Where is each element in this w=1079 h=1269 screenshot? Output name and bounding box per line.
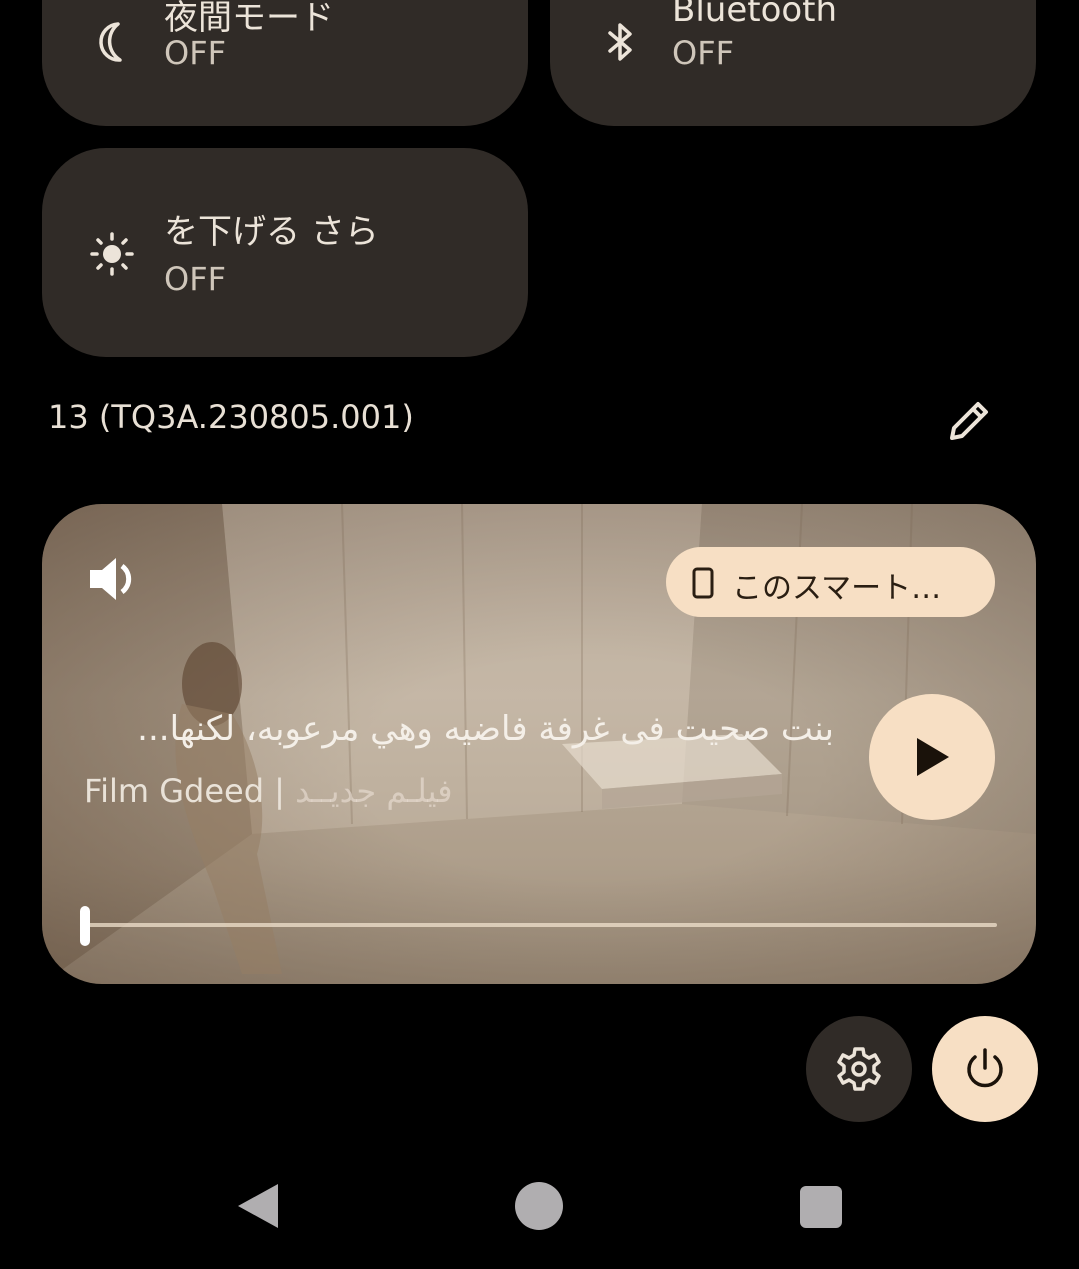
media-artist: Film Gdeed | فيلـم جديــد [84, 772, 453, 810]
power-button[interactable] [932, 1016, 1038, 1122]
tile-label: Bluetooth [672, 0, 838, 30]
artist-name-arabic: فيلـم جديــد [295, 772, 453, 810]
moon-icon [99, 22, 122, 62]
tile-state: OFF [672, 34, 734, 72]
back-icon[interactable] [234, 1182, 282, 1230]
tile-reduce-brightness[interactable]: を下げる さら OFF [42, 148, 528, 357]
play-button[interactable] [869, 694, 995, 820]
brightness-icon [90, 232, 134, 276]
tile-night-mode[interactable]: 夜間モード OFF [42, 0, 528, 126]
media-player-card[interactable]: このスマート… بنت صحيت فى غرفة فاضيه وهي مرعوب… [42, 504, 1036, 984]
home-icon[interactable] [515, 1182, 563, 1230]
seek-thumb[interactable] [80, 906, 90, 946]
power-icon [967, 1048, 1003, 1088]
settings-button[interactable] [806, 1016, 912, 1122]
tile-bluetooth[interactable]: Bluetooth OFF [550, 0, 1036, 126]
recents-icon[interactable] [800, 1186, 842, 1228]
artist-name: Film Gdeed | [84, 772, 296, 810]
settings-icon [837, 1047, 881, 1091]
tile-state: OFF [164, 34, 226, 72]
volume-icon[interactable] [86, 552, 144, 606]
tile-label: を下げる さら [164, 212, 379, 252]
tile-state: OFF [164, 260, 226, 298]
play-icon [917, 738, 949, 776]
bluetooth-icon [608, 23, 632, 61]
output-device-label: このスマート… [732, 571, 942, 606]
phone-icon [692, 567, 714, 599]
media-title: بنت صحيت فى غرفة فاضيه وهي مرعوبه، لكنها… [137, 709, 834, 749]
seek-bar[interactable] [86, 923, 997, 927]
build-number[interactable]: 13 (TQ3A.230805.001) [48, 398, 414, 436]
output-switcher-chip[interactable]: このスマート… [666, 547, 995, 617]
edit-icon[interactable] [940, 394, 996, 450]
